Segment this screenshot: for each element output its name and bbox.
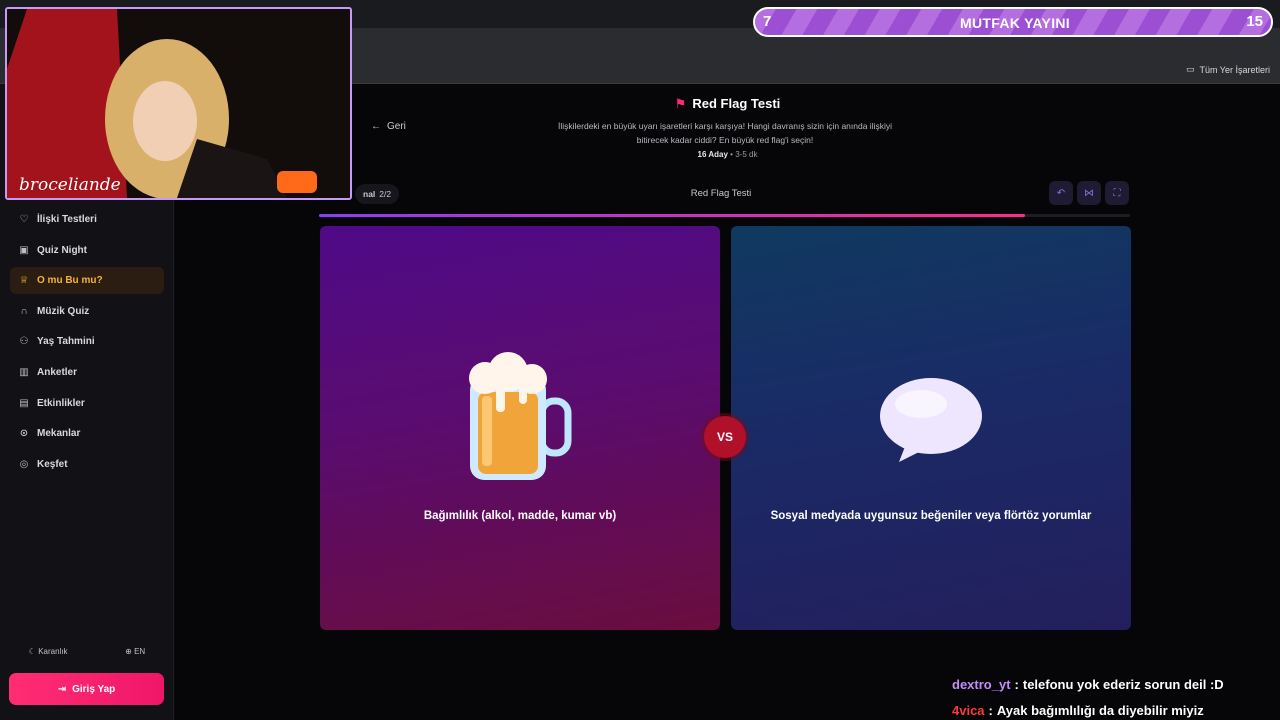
sidebar-item-label: Anketler [37,366,78,378]
duration: 3-5 dk [735,150,758,159]
users-icon: ⚇ [19,336,29,348]
chat-username[interactable]: 4vica [952,703,985,718]
sidebar-item[interactable]: ∩ Müzik Quiz [10,298,164,325]
share-button[interactable]: ⋈ [1077,181,1101,205]
sidebar-footer: ☾ Karanlık ⊕ EN [0,647,174,656]
login-button[interactable]: ⇥ Giriş Yap [9,673,164,705]
trophy-icon: ♕ [19,275,29,287]
sidebar-item-label: Mekanlar [37,428,81,440]
sidebar-item[interactable]: ▣ Quiz Night [10,237,164,264]
all-bookmarks-button[interactable]: ▭ Tüm Yer İşaretleri [1186,64,1270,75]
folder-icon: ▭ [1185,64,1195,74]
undo-icon: ↶ [1056,187,1066,199]
chat-separator: : [988,702,993,718]
progress-fill [319,214,1025,217]
chat-message: dextro_yt: telefonu yok ederiz sorun deil… [952,671,1272,697]
login-icon: ⇥ [57,683,67,695]
fullscreen-button[interactable]: ⛶ [1105,181,1129,205]
option-card-b[interactable]: Sosyal medyada uygunsuz beğeniler veya f… [731,226,1131,630]
arrow-left-icon: ← [371,121,381,132]
chat-text: Ayak bağımlılığı da diyebilir miyiz [996,702,1204,718]
sidebar-item-label: Müzik Quiz [37,305,90,317]
fullscreen-icon: ⛶ [1113,187,1121,199]
candidate-count: 16 Aday [697,150,728,159]
back-button[interactable]: ← Geri [371,121,406,132]
headphones-icon: ∩ [20,305,28,317]
action-buttons: ↶ ⋈ ⛶ [1049,181,1129,205]
stream-count-right: 15 [1246,13,1263,30]
language-toggle[interactable]: ⊕ EN [125,647,145,656]
back-label: Geri [387,121,406,132]
sidebar-item-label: İlişki Testleri [37,214,97,225]
map-pin-icon: ⊙ [19,428,29,440]
sidebar-item[interactable]: ▤ Etkinlikler [10,390,164,417]
sidebar-item-label: Etkinlikler [37,397,85,409]
vs-badge: VS [704,416,746,458]
option-a-label: Bağımlılık (alkol, madde, kumar vb) [423,510,617,522]
progress-bar [319,214,1130,217]
stream-title-bar: 7 MUTFAK YAYINI 15 [753,7,1273,37]
sidebar-item[interactable]: ◎ Keşfet [10,451,164,478]
sidebar-item-label: Yaş Tahmini [37,336,95,348]
streamer-name: broceliande [19,175,121,195]
sidebar-item-label: Quiz Night [37,244,87,256]
sidebar-item[interactable]: ⚇ Yaş Tahmini [10,328,164,355]
option-b-label: Sosyal medyada uygunsuz beğeniler veya f… [770,510,1092,522]
film-icon: ▣ [19,244,29,256]
page-title-text: Red Flag Testi [692,96,781,111]
sidebar-item[interactable]: ▥ Anketler [10,359,164,386]
test-description: İlişkilerdeki en büyük uyarı işaretleri … [558,121,892,145]
compass-icon: ◎ [19,458,29,470]
sidebar-item[interactable]: ♕ O mu Bu mu? [10,267,164,295]
heart-icon: ♡ [19,214,29,225]
share-icon: ⋈ [1084,187,1094,199]
chat-message: 4vica: Ayak bağımlılığı da diyebilir miyi… [952,697,1272,720]
bar-chart-icon: ▥ [19,366,29,378]
theme-label: Karanlık [38,647,68,656]
speech-bubble-icon [880,378,982,462]
sidebar-item[interactable]: ⊙ Mekanlar [10,420,164,447]
sidebar-item-label: O mu Bu mu? [37,275,103,287]
sidebar-item-label: Keşfet [37,458,68,470]
webcam-overlay: broceliande [5,7,352,200]
calendar-icon: ▤ [19,397,29,409]
chat-overlay: dextro_yt: telefonu yok ederiz sorun deil… [952,671,1272,720]
option-card-a[interactable]: Bağımlılık (alkol, madde, kumar vb) [320,226,720,630]
all-bookmarks-label: Tüm Yer İşaretleri [1199,64,1270,75]
chat-username[interactable]: dextro_yt [952,677,1011,692]
red-flag-icon: ⚑ [674,96,687,111]
stream-title: MUTFAK YAYINI [960,15,1070,31]
webcam-feed [7,9,350,198]
beer-mug-icon [469,352,572,480]
login-label: Giriş Yap [72,683,116,695]
chat-separator: : [1014,676,1019,692]
sidebar-nav: ♡ İlişki Testleri ▣ Quiz Night ♕ O mu Bu mu? ∩… [10,206,164,481]
sidebar-item[interactable]: ♡ İlişki Testleri [10,206,164,233]
theme-toggle[interactable]: ☾ Karanlık [29,647,68,656]
chat-text: telefonu yok ederiz sorun deil :D [1022,676,1224,692]
undo-button[interactable]: ↶ [1049,181,1073,205]
language-label: EN [134,647,146,656]
